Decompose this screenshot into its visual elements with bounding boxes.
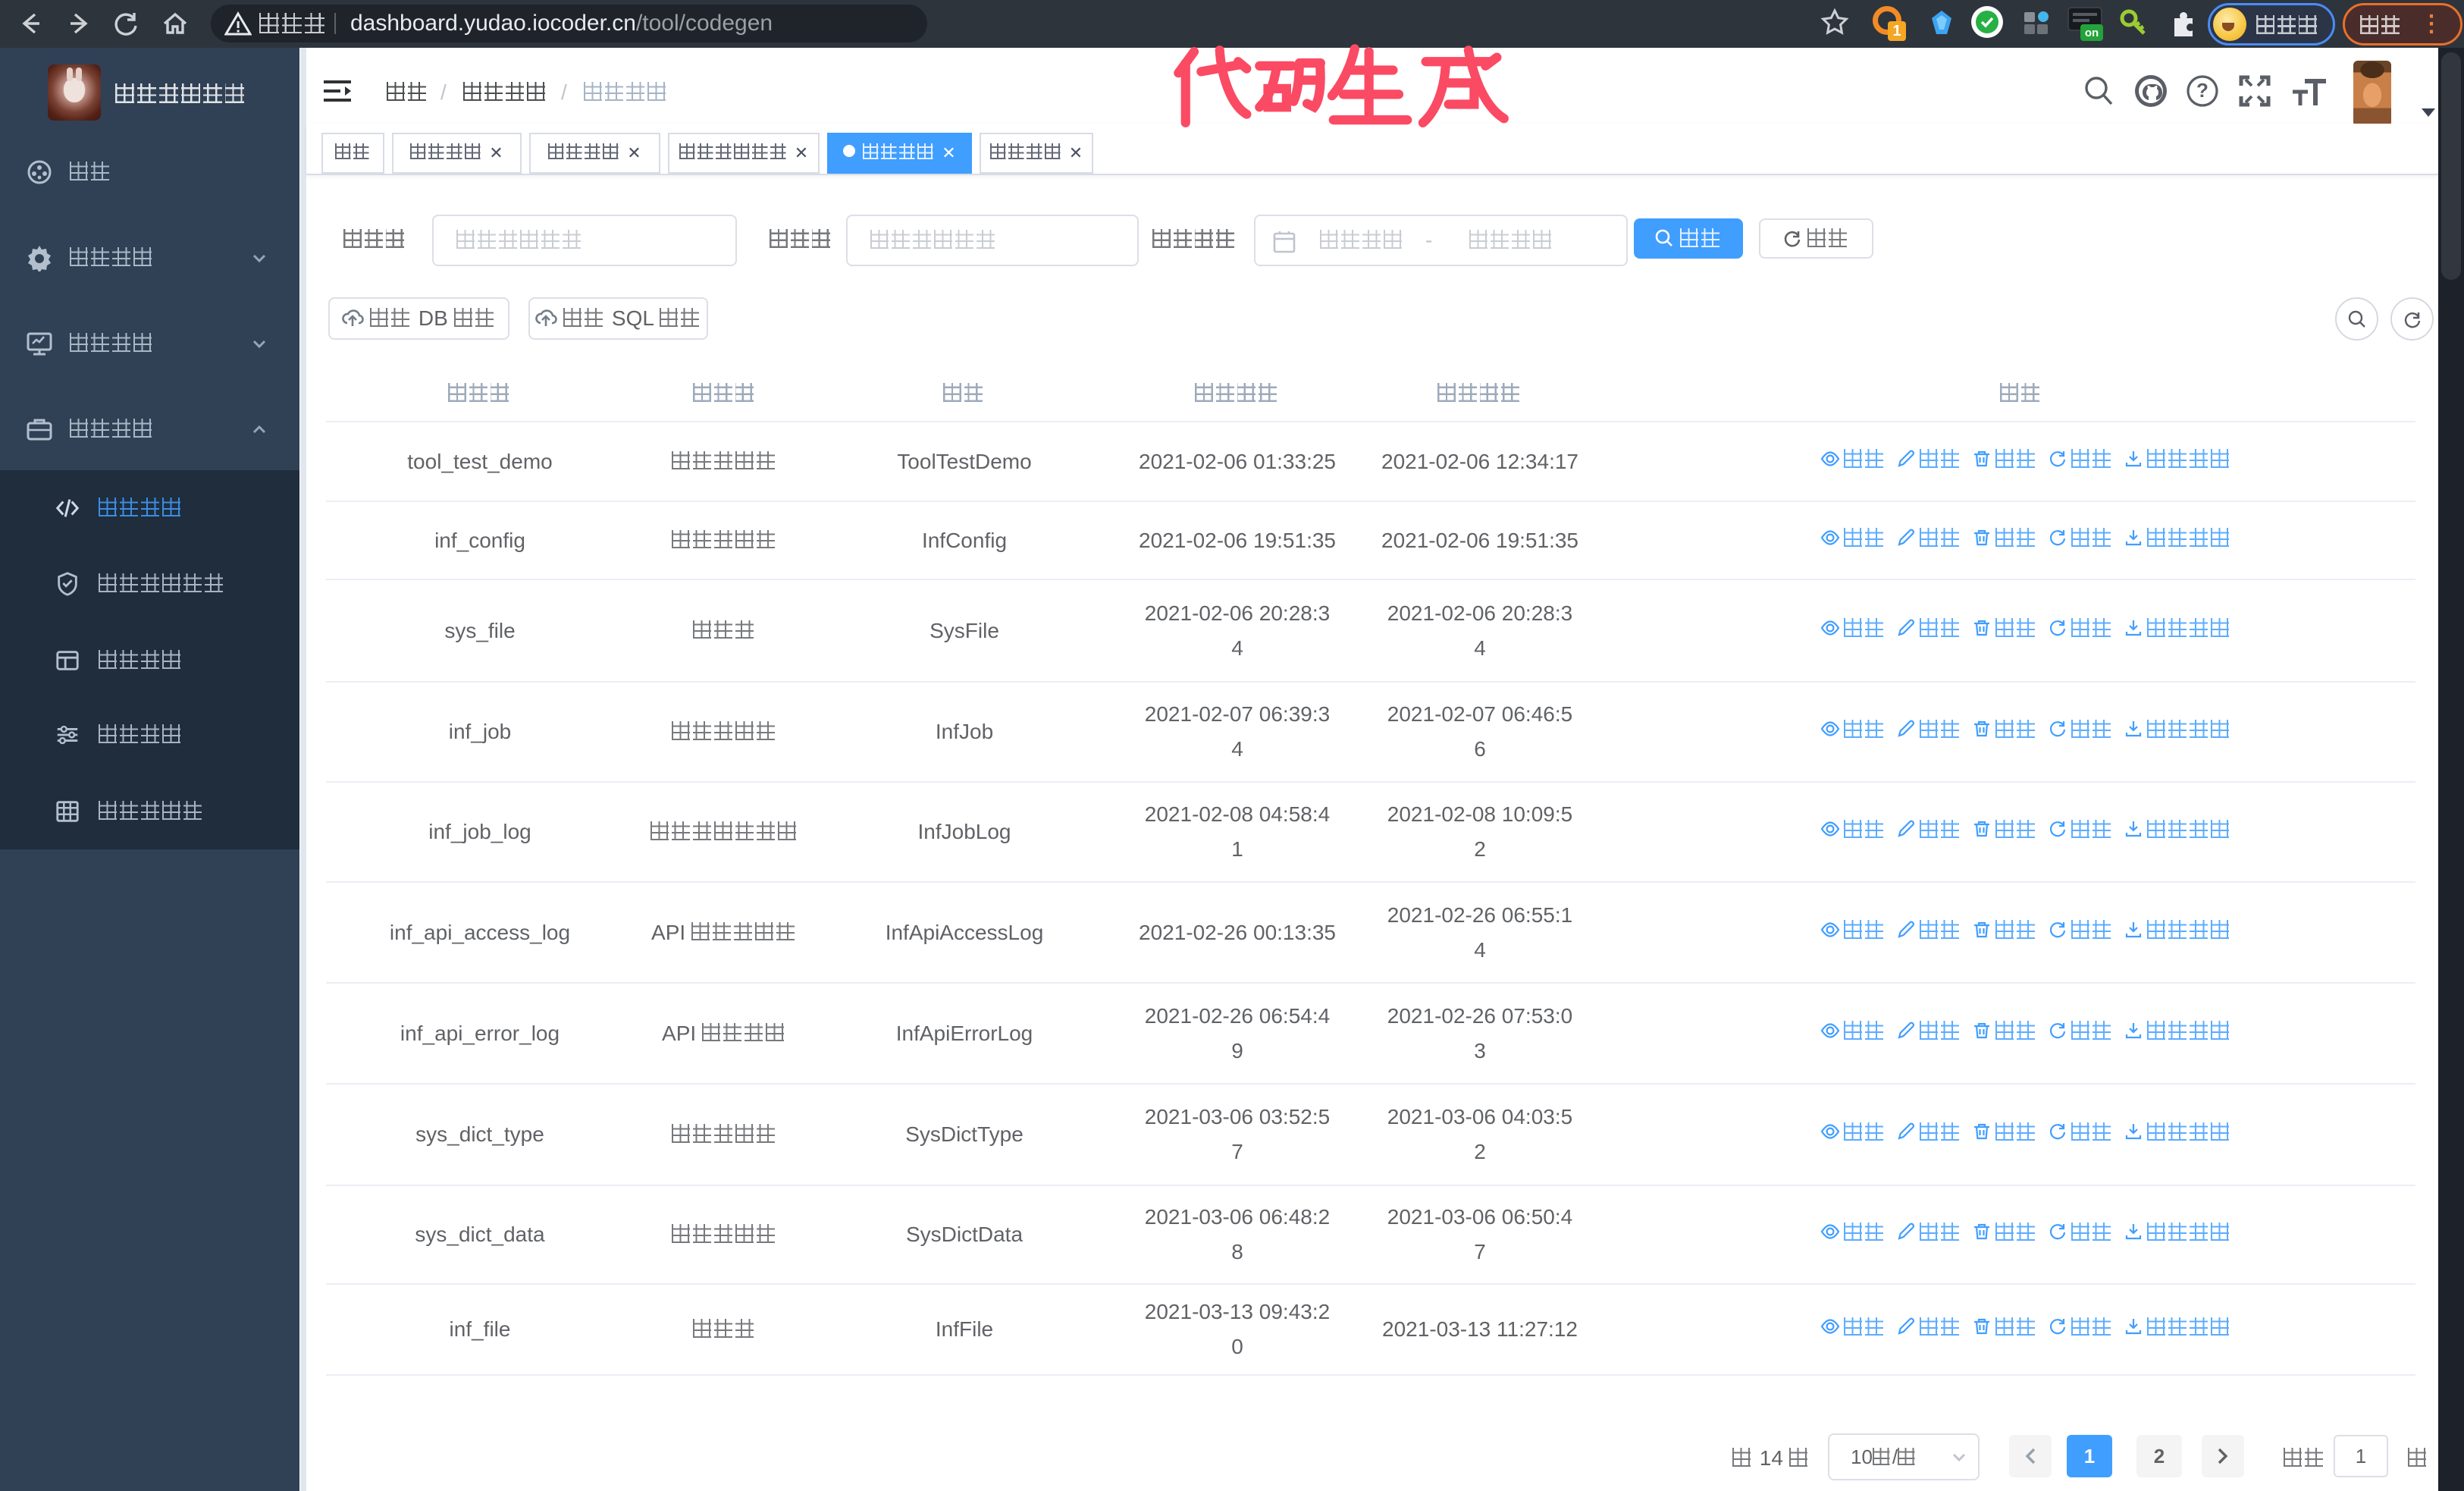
- svg-text:on: on: [2085, 27, 2099, 39]
- svg-text:?: ?: [2196, 79, 2209, 102]
